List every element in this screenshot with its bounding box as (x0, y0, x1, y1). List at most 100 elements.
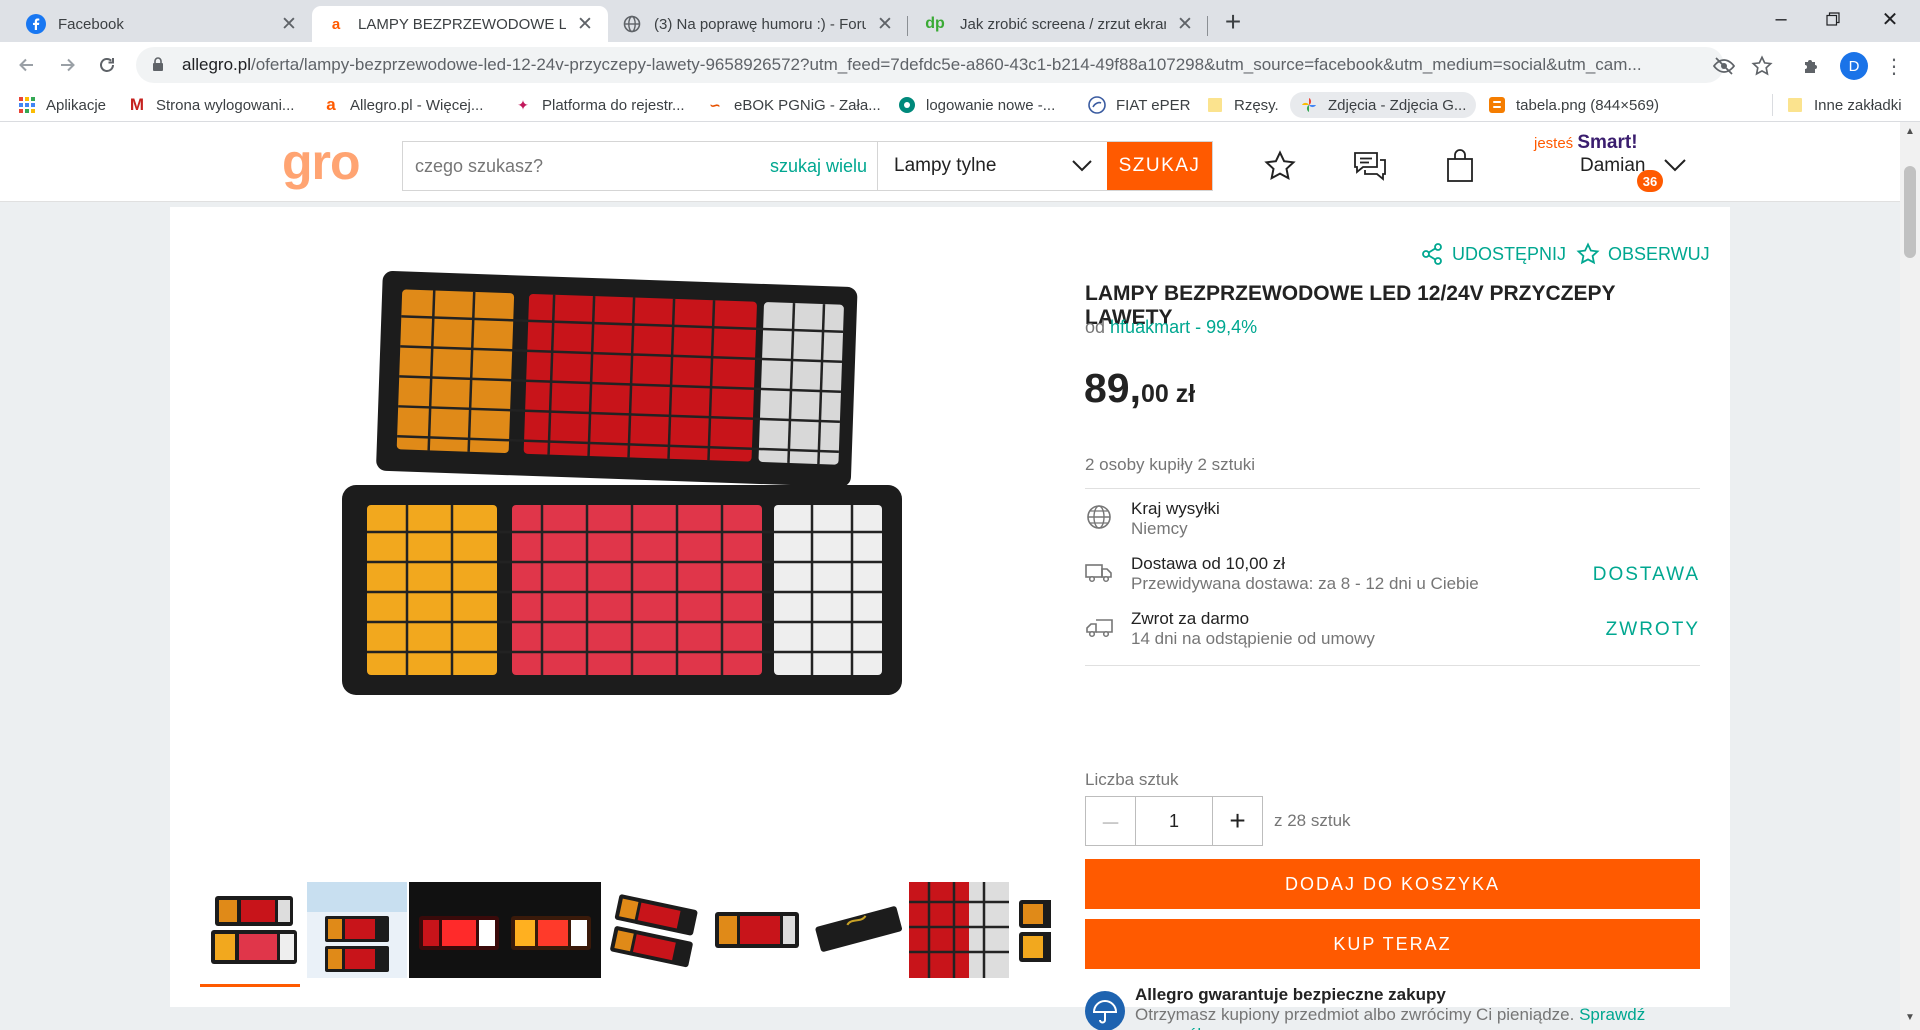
bookmark-label: Strona wylogowani... (156, 96, 295, 114)
cart-bag-icon[interactable] (1438, 144, 1482, 188)
tab-screenshot-guide[interactable]: dp Jak zrobić screena / zrzut ekranu ✕ (908, 6, 1208, 42)
user-name[interactable]: Damian (1580, 155, 1645, 177)
platform-icon: ✦ (517, 96, 529, 113)
scroll-up-arrow-icon[interactable]: ▲ (1904, 126, 1916, 137)
returns-label: Zwrot za darmo (1131, 609, 1250, 628)
tab-title: Facebook (58, 15, 124, 33)
category-select[interactable]: Lampy tylne (877, 142, 1107, 190)
tab-allegro-offer[interactable]: a LAMPY BEZPRZEWODOWE LED 1 ✕ (312, 6, 608, 42)
address-bar[interactable]: allegro.pl/oferta/lampy-bezprzewodowe-le… (136, 47, 1724, 83)
offer-card: UDOSTĘPNIJ OBSERWUJ LAMPY BEZPRZEWODOWE … (170, 207, 1730, 1030)
thumbnail-strip (200, 882, 1084, 982)
bookmark-allegro[interactable]: a Allegro.pl - Więcej... (322, 92, 483, 118)
url-text: allegro.pl/oferta/lampy-bezprzewodowe-le… (182, 55, 1642, 74)
bookmark-tabela[interactable]: tabela.png (844×569) (1488, 92, 1659, 118)
bookmark-label: Platforma do rejestr... (542, 96, 685, 114)
thumbnail-5[interactable] (605, 882, 705, 978)
product-main-image[interactable] (312, 237, 940, 737)
divider (1085, 665, 1700, 666)
close-icon[interactable]: ✕ (876, 13, 894, 36)
quantity-label: Liczba sztuk (1085, 770, 1179, 789)
tab-forum[interactable]: (3) Na poprawę humoru :) - Forum ✕ (608, 6, 908, 42)
guarantee-description: Otrzymasz kupiony przedmiot albo zwrócim… (1135, 1005, 1575, 1024)
bookmark-platform[interactable]: ✦ Platforma do rejestr... (514, 92, 685, 118)
thumbnail-4[interactable] (501, 882, 601, 978)
tracking-blocked-icon[interactable] (1710, 52, 1738, 80)
shipping-country-row: Kraj wysyłki Niemcy (1085, 499, 1700, 549)
facebook-icon (26, 14, 46, 34)
bookmark-photos[interactable]: Zdjęcia - Zdjęcia G... (1290, 92, 1477, 118)
login-icon (898, 96, 916, 114)
bookmark-label: Zdjęcia - Zdjęcia G... (1328, 96, 1467, 114)
reload-icon[interactable] (90, 48, 124, 82)
smart-label[interactable]: jesteś Smart! (1534, 132, 1638, 154)
new-tab-button[interactable]: + (1218, 7, 1248, 37)
blogger-icon (1488, 96, 1506, 114)
category-value: Lampy tylne (894, 155, 997, 176)
profile-avatar[interactable]: D (1840, 52, 1868, 80)
scrollbar-thumb[interactable] (1904, 166, 1916, 258)
quantity-decrease-button[interactable]: – (1086, 797, 1136, 845)
bookmark-pgnig[interactable]: ∽ eBOK PGNiG - Zała... (706, 92, 881, 118)
restore-icon[interactable] (1813, 4, 1853, 34)
thumbnail-3[interactable] (409, 882, 509, 978)
divider (1085, 488, 1700, 489)
extensions-puzzle-icon[interactable] (1798, 52, 1826, 80)
watchlist-star-icon[interactable] (1258, 144, 1302, 188)
delivery-link[interactable]: DOSTAWA (1593, 564, 1700, 586)
bookmark-fiat[interactable]: FIAT ePER (1088, 92, 1190, 118)
bookmark-star-icon[interactable] (1748, 52, 1776, 80)
browser-tab-bar: Facebook ✕ a LAMPY BEZPRZEWODOWE LED 1 ✕… (0, 0, 1920, 42)
thumbnail-2[interactable] (307, 882, 407, 978)
photos-icon (1300, 96, 1318, 114)
buy-now-button[interactable]: KUP TERAZ (1085, 919, 1700, 969)
share-button[interactable]: UDOSTĘPNIJ (1420, 242, 1566, 266)
back-arrow-icon[interactable] (10, 48, 44, 82)
thumbnail-1[interactable] (205, 882, 305, 978)
bookmark-label: Inne zakładki (1814, 96, 1902, 114)
quantity-input[interactable]: 1 (1136, 797, 1212, 845)
scroll-down-arrow-icon[interactable]: ▼ (1904, 1012, 1916, 1023)
tab-facebook[interactable]: Facebook ✕ (12, 6, 312, 42)
minimize-icon[interactable]: – (1761, 4, 1801, 34)
allegro-logo[interactable]: gro (282, 137, 361, 187)
dp-icon: dp (925, 15, 945, 32)
bookmark-label: Rzęsy. (1234, 96, 1279, 114)
bookmark-gmail[interactable]: M Strona wylogowani... (128, 92, 295, 118)
guarantee-title: Allegro gwarantuje bezpieczne zakupy (1135, 985, 1446, 1004)
add-to-cart-button[interactable]: DODAJ DO KOSZYKA (1085, 859, 1700, 909)
guarantee-text: Otrzymasz kupiony przedmiot albo zwrócim… (1135, 1005, 1695, 1030)
chevron-down-icon[interactable] (1660, 150, 1690, 180)
return-truck-icon (1086, 619, 1113, 638)
thumbnail-8[interactable] (909, 882, 1009, 978)
close-icon[interactable]: ✕ (280, 13, 298, 36)
bookmark-other[interactable]: Inne zakładki (1786, 92, 1902, 118)
bookmark-apps[interactable]: Aplikacje (18, 92, 106, 118)
thumbnail-6[interactable] (707, 882, 807, 978)
watch-button[interactable]: OBSERWUJ (1576, 242, 1710, 266)
tab-divider (1207, 16, 1208, 36)
bookmark-folder-rzesy[interactable]: Rzęsy. (1206, 92, 1279, 118)
quantity-increase-button[interactable]: + (1212, 797, 1262, 845)
messages-icon[interactable] (1348, 144, 1392, 188)
close-icon[interactable]: ✕ (1176, 13, 1194, 36)
search-input[interactable] (403, 142, 770, 190)
search-many-link[interactable]: szukaj wielu (770, 142, 877, 190)
bookmark-login[interactable]: logowanie nowe -... (898, 92, 1055, 118)
window-close-icon[interactable]: ✕ (1870, 4, 1910, 34)
purchase-guarantee: Allegro gwarantuje bezpieczne zakupy Otr… (1085, 985, 1700, 1030)
forward-arrow-icon[interactable] (50, 48, 84, 82)
returns-link[interactable]: ZWROTY (1606, 619, 1700, 641)
allegro-icon: a (331, 15, 341, 33)
search-button[interactable]: SZUKAJ (1107, 142, 1212, 190)
seller-link[interactable]: hfuakmart - 99,4% (1110, 317, 1257, 337)
thumbnail-7[interactable] (809, 882, 909, 978)
shipping-country-label: Kraj wysyłki (1131, 499, 1220, 518)
browser-menu-icon[interactable]: ⋮ (1880, 52, 1908, 80)
close-icon[interactable]: ✕ (576, 13, 594, 36)
thumbnail-9[interactable] (1011, 882, 1059, 978)
truck-icon (1085, 564, 1112, 583)
page-scrollbar[interactable]: ▲ ▼ (1900, 122, 1920, 1030)
delivery-row: Dostawa od 10,00 zł Przewidywana dostawa… (1085, 554, 1700, 604)
lock-icon (152, 56, 168, 74)
